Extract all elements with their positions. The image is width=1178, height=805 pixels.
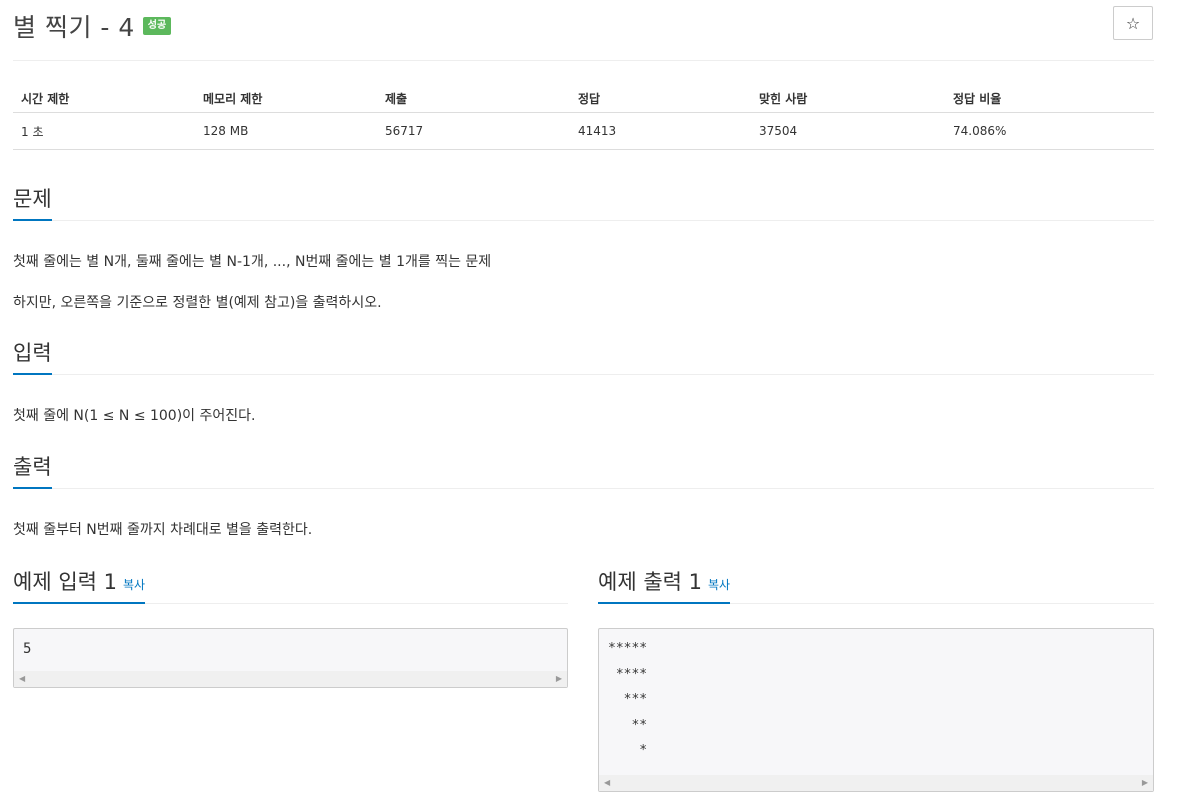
submissions-value: 56717 (377, 112, 570, 150)
input-heading: 입력 (13, 337, 52, 375)
header-memory-limit: 메모리 제한 (195, 84, 377, 113)
input-text: 첫째 줄에 N(1 ≤ N ≤ 100)이 주어진다. (13, 408, 256, 424)
solved-users-value: 37504 (751, 112, 945, 150)
sample-output-header: 예제 출력 1 복사 (598, 569, 1154, 604)
input-section-header: 입력 (13, 340, 1154, 375)
output-section-header: 출력 (13, 454, 1154, 489)
divider (13, 60, 1154, 61)
output-heading: 출력 (13, 451, 52, 489)
table-row: 1 초 128 MB 56717 41413 37504 74.086% (13, 112, 1154, 150)
star-icon: ☆ (1125, 13, 1141, 33)
header-time-limit: 시간 제한 (13, 84, 195, 113)
accepted-value: 41413 (570, 112, 751, 150)
header-submissions: 제출 (377, 84, 570, 113)
sample-output-heading-wrap: 예제 출력 1 복사 (598, 566, 731, 604)
memory-limit-value: 128 MB (195, 112, 377, 150)
output-text: 첫째 줄부터 N번째 줄까지 차례대로 별을 출력한다. (13, 522, 313, 538)
title-row: 별 찍기 - 4 성공 (13, 8, 172, 44)
sample-input-heading: 예제 입력 1 (13, 570, 117, 594)
table-header-row: 시간 제한 메모리 제한 제출 정답 맞힌 사람 정답 비율 (13, 84, 1154, 113)
sample-output-heading: 예제 출력 1 (598, 570, 702, 594)
scroll-right-icon[interactable]: ▶ (556, 674, 562, 683)
favorite-button[interactable]: ☆ (1113, 6, 1153, 40)
problem-info-table: 시간 제한 메모리 제한 제출 정답 맞힌 사람 정답 비율 1 초 128 M… (13, 84, 1154, 150)
horizontal-scrollbar[interactable]: ◀ ▶ (14, 671, 567, 687)
horizontal-scrollbar[interactable]: ◀ ▶ (599, 775, 1153, 791)
sample-output-box: ***** **** *** ** * ◀ ▶ (598, 628, 1154, 792)
sample-input-heading-wrap: 예제 입력 1 복사 (13, 566, 146, 604)
status-badge: 성공 (142, 17, 172, 35)
header-accept-ratio: 정답 비율 (945, 84, 1154, 113)
problem-text-line-2: 하지만, 오른쪽을 기준으로 정렬한 별(예제 참고)을 출력하시오. (13, 295, 382, 311)
copy-sample-input-link[interactable]: 복사 (123, 578, 145, 592)
accept-ratio-value: 74.086% (945, 112, 1154, 150)
problem-heading: 문제 (13, 183, 52, 221)
sample-input-content: 5 (23, 641, 32, 657)
problem-section-header: 문제 (13, 186, 1154, 221)
header-accepted: 정답 (570, 84, 751, 113)
page-title: 별 찍기 - 4 (13, 13, 135, 42)
scroll-right-icon[interactable]: ▶ (1142, 778, 1148, 787)
copy-sample-output-link[interactable]: 복사 (708, 578, 730, 592)
scroll-left-icon[interactable]: ◀ (604, 778, 610, 787)
sample-input-box: 5 ◀ ▶ (13, 628, 568, 688)
problem-text-line-1: 첫째 줄에는 별 N개, 둘째 줄에는 별 N-1개, ..., N번째 줄에는… (13, 254, 492, 270)
header-solved-users: 맞힌 사람 (751, 84, 945, 113)
sample-output-content: ***** **** *** ** * (608, 641, 648, 758)
time-limit-value: 1 초 (13, 112, 195, 150)
sample-input-header: 예제 입력 1 복사 (13, 569, 568, 604)
scroll-left-icon[interactable]: ◀ (19, 674, 25, 683)
